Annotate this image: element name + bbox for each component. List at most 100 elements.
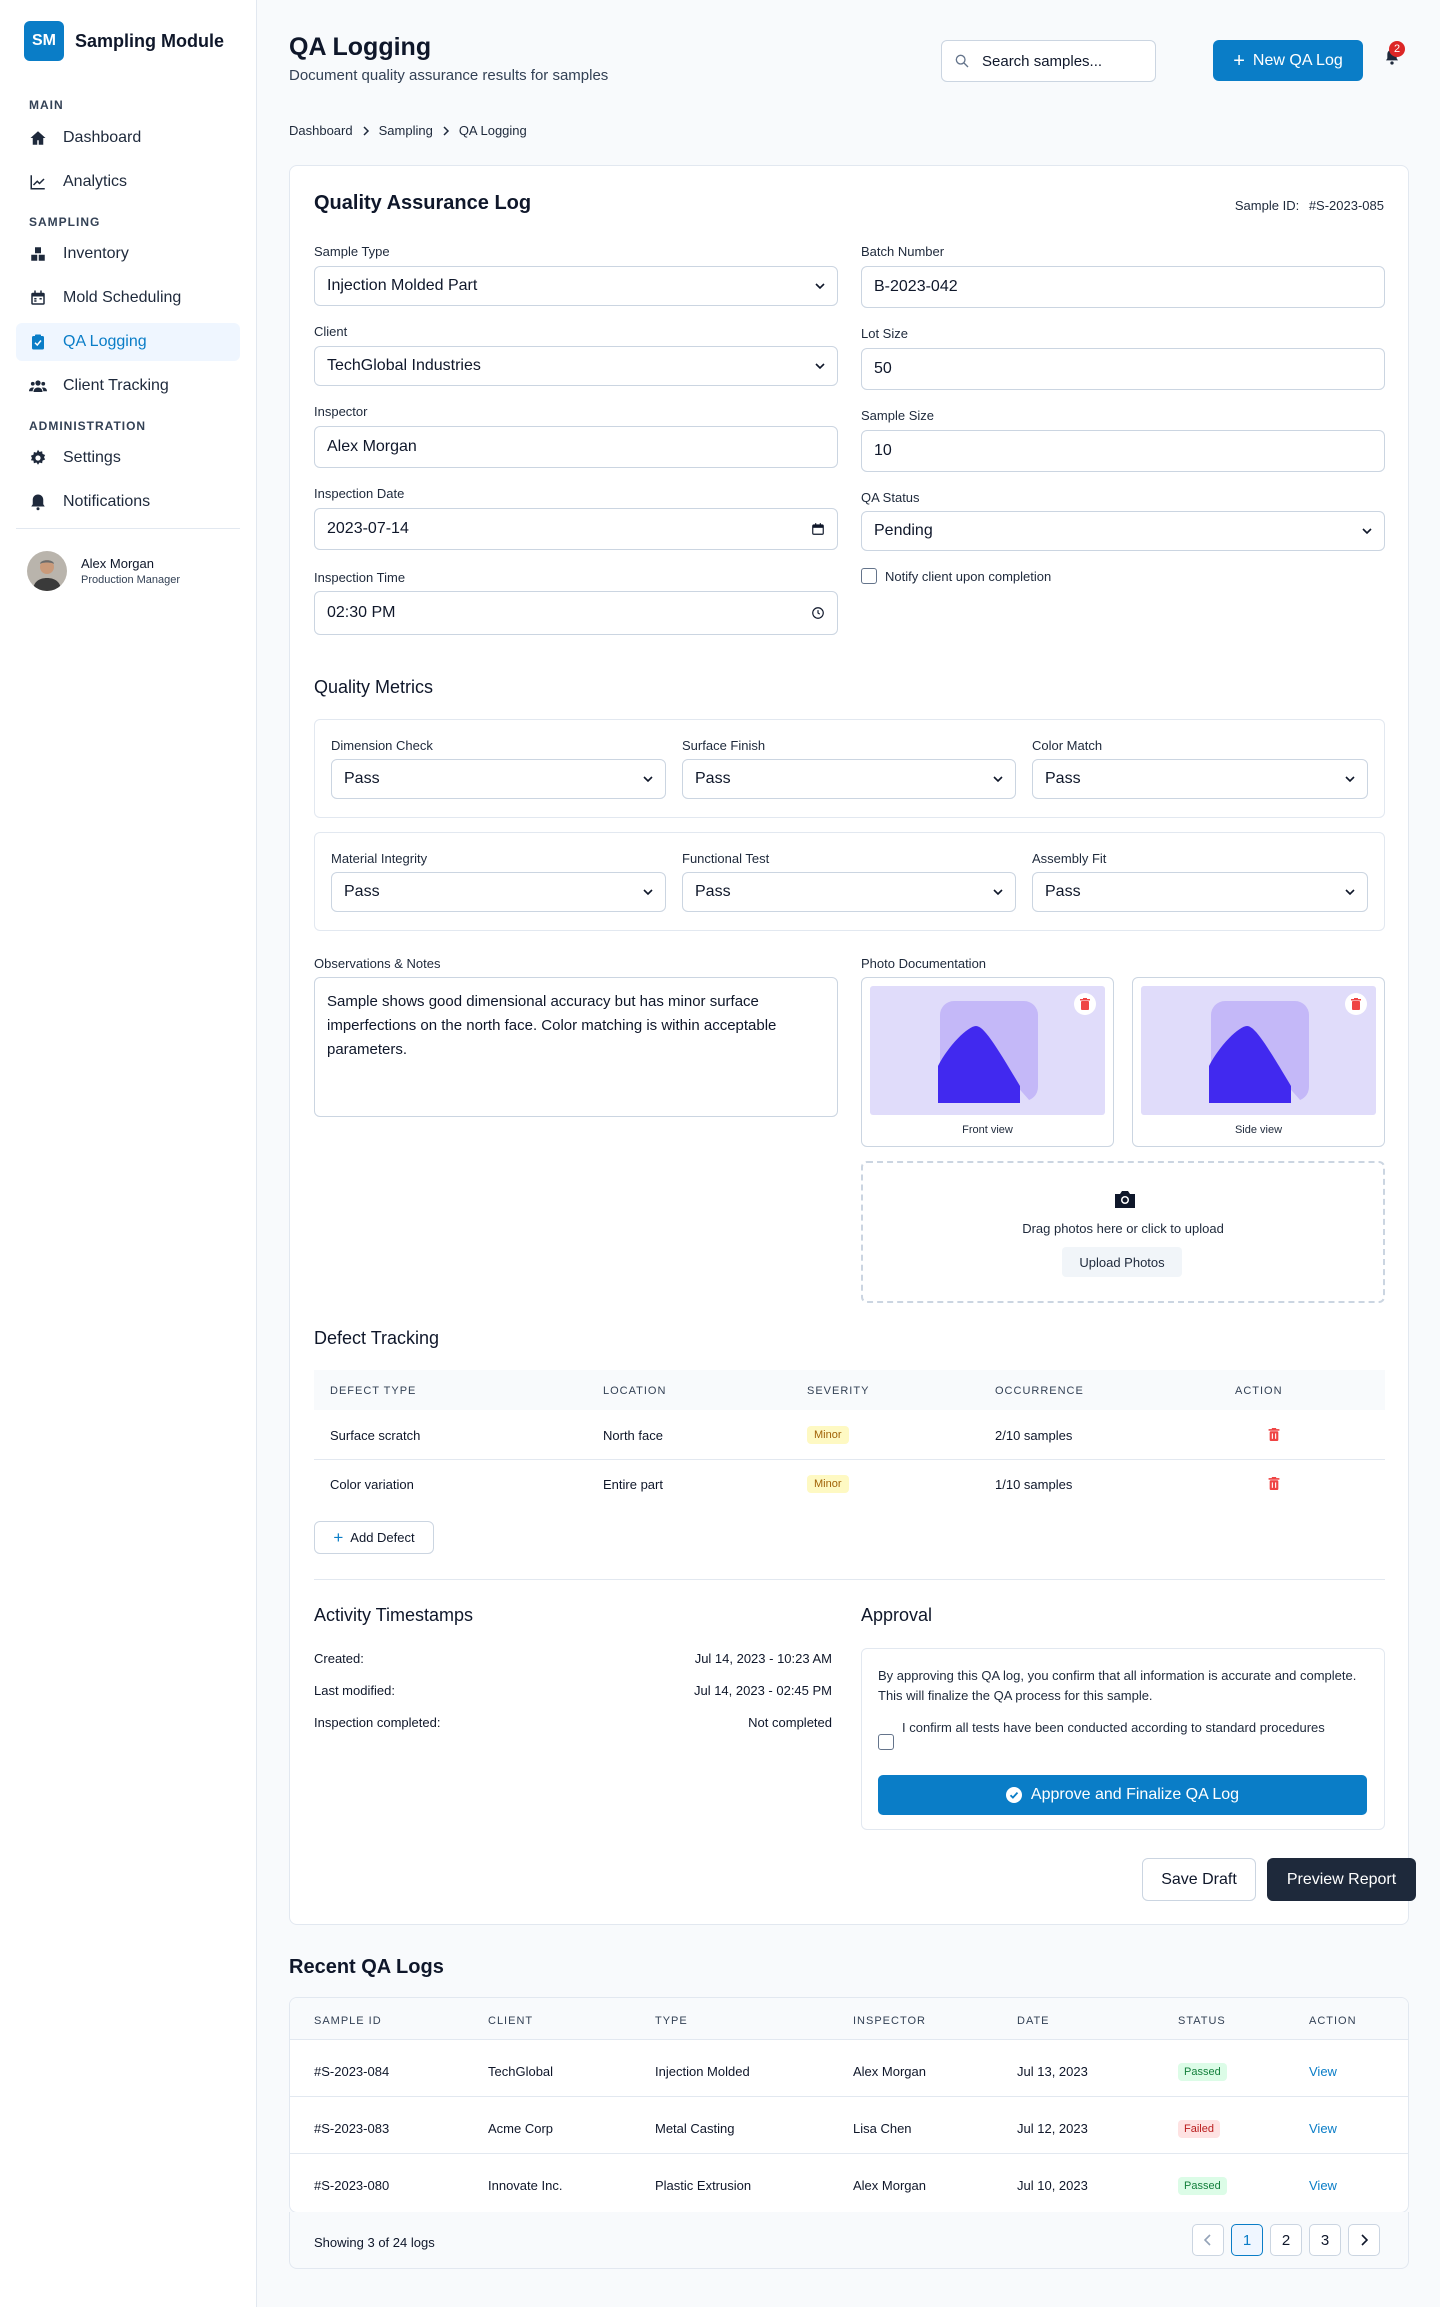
delete-photo-button[interactable] <box>1345 993 1367 1015</box>
material-integrity-select[interactable]: Pass <box>331 872 666 912</box>
chevron-down-icon <box>643 888 653 895</box>
sample-type-value: Injection Molded Part <box>327 277 478 294</box>
date-cell: Jul 12, 2023 <box>1017 2121 1088 2136</box>
column-header: ACTION <box>1309 2015 1357 2027</box>
search-input[interactable]: Search samples... <box>941 40 1156 82</box>
approval-confirm-checkbox[interactable] <box>878 1734 894 1750</box>
notify-client-checkbox[interactable] <box>861 568 877 584</box>
add-defect-button[interactable]: + Add Defect <box>314 1521 434 1554</box>
inspection-time-input[interactable]: 02:30 PM <box>314 591 838 635</box>
chevron-right-icon <box>443 125 449 136</box>
clock-icon[interactable] <box>811 606 825 620</box>
lot-size-input[interactable]: 50 <box>861 348 1385 390</box>
view-link[interactable]: View <box>1309 2178 1337 2193</box>
sidebar-item-label: Notifications <box>63 493 151 510</box>
chevron-down-icon <box>815 282 825 289</box>
view-link[interactable]: View <box>1309 2121 1337 2136</box>
view-link[interactable]: View <box>1309 2064 1337 2079</box>
card-title: Quality Assurance Log <box>314 192 532 214</box>
pagination-prev[interactable] <box>1192 2224 1224 2256</box>
calendar-icon <box>31 290 45 305</box>
row-divider <box>314 1459 1385 1460</box>
clipboard-check-icon <box>32 334 44 350</box>
sample-id-value: #S-2023-085 <box>1308 198 1384 213</box>
approval-text: By approving this QA log, you confirm th… <box>878 1668 1357 1703</box>
status-badge: Failed <box>1178 2120 1220 2138</box>
column-header: CLIENT <box>488 2015 534 2027</box>
inspection-date-input[interactable]: 2023-07-14 <box>314 508 838 550</box>
notes-label: Observations & Notes <box>314 956 441 971</box>
dropzone-text: Drag photos here or click to upload <box>1022 1221 1224 1236</box>
row-divider <box>290 2153 1408 2154</box>
notify-client-label: Notify client upon completion <box>885 568 1052 584</box>
sidebar-item-dashboard[interactable]: Dashboard <box>16 119 240 157</box>
sample-type-select[interactable]: Injection Molded Part <box>314 266 838 306</box>
surface-finish-select[interactable]: Pass <box>682 759 1016 799</box>
batch-number-label: Batch Number <box>861 244 945 259</box>
trash-icon[interactable] <box>1268 1428 1280 1441</box>
pagination-page[interactable]: 2 <box>1270 2224 1302 2256</box>
brand[interactable]: SM Sampling Module <box>24 21 256 61</box>
save-draft-button[interactable]: Save Draft <box>1142 1858 1256 1901</box>
add-defect-label: Add Defect <box>350 1530 415 1545</box>
recent-logs-table: SAMPLE ID CLIENT TYPE INSPECTOR DATE STA… <box>289 1997 1409 2213</box>
activity-value: Not completed <box>748 1715 832 1730</box>
pagination-page[interactable]: 1 <box>1231 2224 1263 2256</box>
lot-size-value: 50 <box>874 360 892 377</box>
defect-occurrence: 2/10 samples <box>995 1428 1073 1443</box>
sidebar-item-notifications[interactable]: Notifications <box>16 483 240 521</box>
photo-card[interactable]: Front view <box>861 977 1114 1147</box>
inspector-cell: Alex Morgan <box>853 2178 926 2193</box>
delete-photo-button[interactable] <box>1074 993 1096 1015</box>
inspector-input[interactable]: Alex Morgan <box>314 426 838 468</box>
sidebar-item-mold-scheduling[interactable]: Mold Scheduling <box>16 279 240 317</box>
metric-value: Pass <box>344 883 380 900</box>
client-select[interactable]: TechGlobal Industries <box>314 346 838 386</box>
trash-icon[interactable] <box>1268 1477 1280 1490</box>
assembly-fit-select[interactable]: Pass <box>1032 872 1368 912</box>
color-match-select[interactable]: Pass <box>1032 759 1368 799</box>
defect-occurrence: 1/10 samples <box>995 1477 1073 1492</box>
nav-section-administration: ADMINISTRATION <box>29 419 147 433</box>
photo-dropzone[interactable]: Drag photos here or click to upload Uplo… <box>861 1161 1385 1303</box>
dimension-check-select[interactable]: Pass <box>331 759 666 799</box>
breadcrumb-sampling[interactable]: Sampling <box>379 123 433 138</box>
preview-report-button[interactable]: Preview Report <box>1267 1858 1416 1901</box>
activity-label: Last modified: <box>314 1683 395 1698</box>
sidebar-item-analytics[interactable]: Analytics <box>16 163 240 201</box>
sidebar-item-label: Inventory <box>63 245 129 262</box>
inspector-value: Alex Morgan <box>327 438 417 455</box>
user-profile[interactable]: Alex Morgan Production Manager <box>27 551 256 591</box>
qa-status-label: QA Status <box>861 490 920 505</box>
sample-size-input[interactable]: 10 <box>861 430 1385 472</box>
nav-section-main: MAIN <box>29 98 64 112</box>
metric-label: Color Match <box>1032 738 1103 753</box>
pagination-next[interactable] <box>1348 2224 1380 2256</box>
batch-number-input[interactable]: B-2023-042 <box>861 266 1385 308</box>
notify-client-option[interactable]: Notify client upon completion <box>861 568 1051 584</box>
sidebar-item-inventory[interactable]: Inventory <box>16 235 240 273</box>
sidebar-item-client-tracking[interactable]: Client Tracking <box>16 367 240 405</box>
photo-card[interactable]: Side view <box>1132 977 1385 1147</box>
new-qa-log-button[interactable]: + New QA Log <box>1213 40 1363 81</box>
inspection-date-label: Inspection Date <box>314 486 405 501</box>
metric-label: Assembly Fit <box>1032 851 1107 866</box>
sample-type-label: Sample Type <box>314 244 390 259</box>
chevron-down-icon <box>815 362 825 369</box>
approve-finalize-button[interactable]: Approve and Finalize QA Log <box>878 1775 1367 1815</box>
column-header: OCCURRENCE <box>995 1385 1084 1397</box>
sidebar-item-settings[interactable]: Settings <box>16 439 240 477</box>
functional-test-select[interactable]: Pass <box>682 872 1016 912</box>
metric-value: Pass <box>695 770 731 787</box>
pagination-page[interactable]: 3 <box>1309 2224 1341 2256</box>
date-cell: Jul 13, 2023 <box>1017 2064 1088 2079</box>
notes-textarea[interactable]: Sample shows good dimensional accuracy b… <box>314 977 838 1117</box>
upload-photos-button[interactable]: Upload Photos <box>1062 1247 1182 1277</box>
severity-badge: Minor <box>807 1475 849 1493</box>
qa-status-select[interactable]: Pending <box>861 511 1385 551</box>
calendar-icon[interactable] <box>811 522 825 536</box>
breadcrumb-dashboard[interactable]: Dashboard <box>289 123 353 138</box>
sidebar-item-qa-logging[interactable]: QA Logging <box>16 323 240 361</box>
check-circle-icon <box>1005 1787 1022 1803</box>
sample-id: Sample ID: #S-2023-085 <box>1235 198 1384 213</box>
